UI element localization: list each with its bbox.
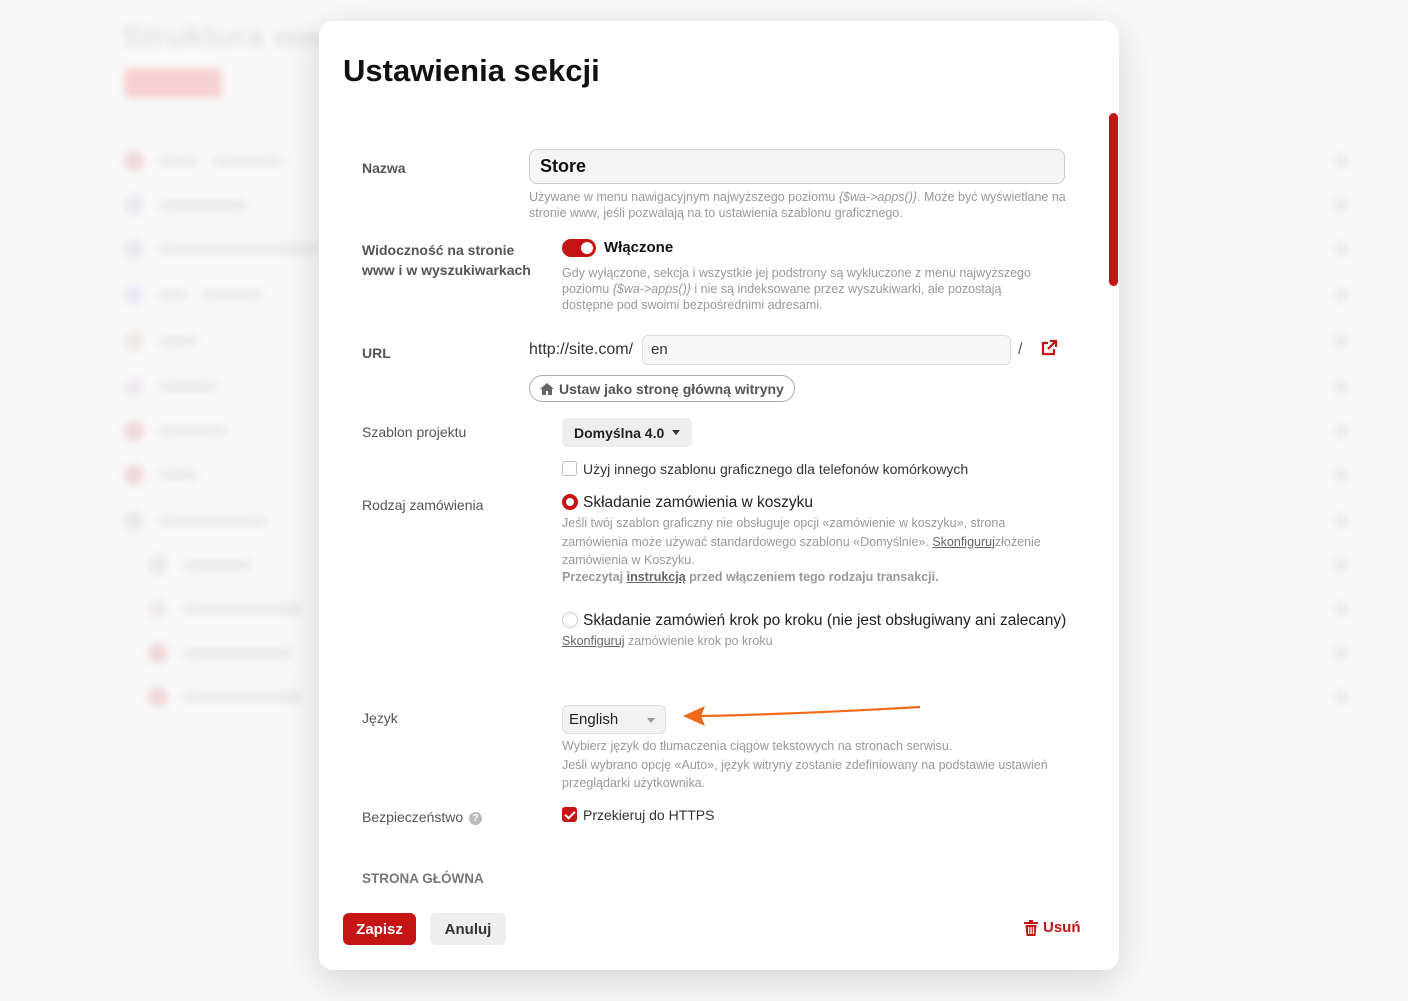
home-icon: [540, 382, 554, 395]
delete-button[interactable]: Usuń: [1024, 919, 1081, 936]
url-slash: /: [1018, 341, 1023, 358]
caret-down-icon: [647, 718, 655, 723]
url-label: URL: [362, 345, 391, 361]
language-select[interactable]: English: [562, 705, 666, 734]
theme-label: Szablon projektu: [362, 424, 467, 440]
annotation-arrow: [683, 705, 921, 726]
order-type-steps-label: Składanie zamówień krok po kroku (nie je…: [583, 612, 1067, 629]
name-input[interactable]: Store: [529, 149, 1065, 184]
https-redirect-label: Przekieruj do HTTPS: [583, 807, 715, 823]
trash-icon: [1024, 919, 1038, 936]
set-as-homepage-label: Ustaw jako stronę główną witryny: [559, 380, 784, 397]
order-type-steps-radio[interactable]: [562, 612, 578, 628]
help-icon[interactable]: ?: [469, 812, 483, 825]
configure-cart-link[interactable]: Skonfiguruj: [932, 535, 995, 549]
order-type-cart-hint: Jeśli twój szablon graficzny nie obsługu…: [562, 516, 1041, 567]
dialog-title: Ustawienia sekcji: [343, 53, 600, 88]
language-label: Język: [362, 710, 398, 726]
caret-down-icon: [672, 430, 681, 435]
url-input[interactable]: en: [642, 335, 1011, 365]
order-type-label: Rodzaj zamówienia: [362, 497, 484, 513]
url-prefix: http://site.com/: [529, 341, 634, 358]
language-hint: Wybierz język do tłumaczenia ciągów teks…: [562, 739, 1048, 790]
order-type-cart-radio[interactable]: [562, 494, 578, 510]
name-label: Nazwa: [362, 160, 406, 176]
section-settings-dialog: Ustawienia sekcji Nazwa Store Używane w …: [319, 21, 1119, 970]
security-label: Bezpieczeństwo ?: [362, 809, 483, 825]
visibility-toggle-label: Włączone: [604, 239, 674, 256]
set-as-homepage-button[interactable]: Ustaw jako stronę główną witryny: [529, 375, 795, 402]
order-type-steps-hint: Skonfiguruj zamówienie krok po kroku: [562, 634, 773, 648]
order-type-cart-label: Składanie zamówienia w koszyku: [583, 494, 814, 511]
visibility-hint: Gdy wyłączone, sekcja i wszystkie jej po…: [562, 266, 1031, 312]
order-type-cart-warning: Przeczytaj instrukcją przed włączeniem t…: [562, 570, 939, 584]
instruction-link[interactable]: instrukcją: [627, 570, 686, 584]
save-button[interactable]: Zapisz: [343, 913, 416, 945]
visibility-label: Widoczność na stronie www i w wyszukiwar…: [362, 242, 531, 278]
section-heading-homepage: STRONA GŁÓWNA: [362, 871, 484, 886]
https-redirect-checkbox[interactable]: [562, 807, 577, 822]
configure-steps-link[interactable]: Skonfiguruj: [562, 634, 625, 648]
theme-select-value: Domyślna 4.0: [574, 424, 665, 441]
cancel-button[interactable]: Anuluj: [430, 913, 506, 945]
external-link-icon[interactable]: [1040, 339, 1058, 357]
theme-select[interactable]: Domyślna 4.0: [562, 418, 693, 447]
language-select-value: English: [569, 711, 619, 728]
visibility-toggle[interactable]: [562, 239, 596, 257]
scrollbar[interactable]: [1109, 113, 1118, 286]
mobile-theme-checkbox-label: Użyj innego szablonu graficznego dla tel…: [583, 461, 969, 477]
mobile-theme-checkbox[interactable]: [562, 461, 577, 476]
delete-label: Usuń: [1043, 919, 1081, 936]
name-hint: Używane w menu nawigacyjnym najwyższego …: [529, 190, 1066, 220]
